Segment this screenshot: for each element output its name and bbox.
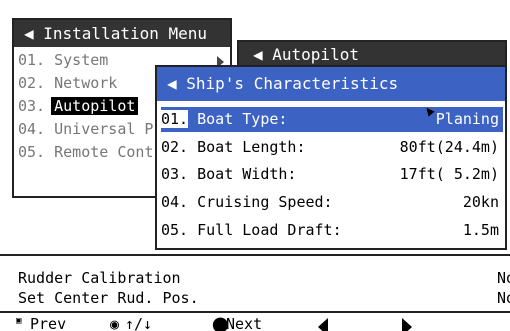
dial-icon: ◉ (110, 315, 120, 331)
row-value: 80ft(24.4m) (399, 138, 499, 156)
item-label: Network (54, 74, 118, 92)
set-center-rudder-value: No (497, 289, 510, 307)
row-cruising-speed[interactable]: 04. Cruising Speed: 20kn (161, 190, 503, 215)
installation-menu-title[interactable]: ◀ Installation Menu (14, 20, 230, 47)
navigate-label: ↑/↓ (125, 315, 153, 331)
item-label: Remote Cont (54, 143, 154, 161)
row-label: Boat Type: (197, 110, 288, 128)
row-boat-type[interactable]: 01. Boat Type: Planing (161, 105, 503, 132)
divider (0, 311, 510, 313)
row-value: 1.5m (462, 221, 499, 239)
item-number: 03. (18, 97, 46, 115)
left-arrow-icon[interactable] (318, 318, 328, 331)
row-value: 17ft( 5.2m) (399, 165, 499, 183)
row-number: 02. (161, 138, 189, 156)
item-number: 02. (18, 74, 46, 92)
item-number: 01. (18, 51, 46, 69)
row-label: Full Load Draft: (197, 221, 342, 239)
row-boat-length[interactable]: 02. Boat Length: 80ft(24.4m) (161, 135, 503, 160)
rudder-calibration-value: No (497, 269, 510, 287)
footer-bar: ▣ Prev ◉ ↑/↓ ⬤ Next (0, 314, 510, 331)
right-arrow-icon[interactable] (402, 318, 412, 331)
row-label: Cruising Speed: (197, 193, 333, 211)
row-number: 04. (161, 193, 189, 211)
menu-esc-key-icon: ▣ (16, 316, 22, 326)
row-value: Planing (435, 110, 499, 128)
item-label: System (54, 51, 109, 69)
cursor-icon (423, 105, 435, 117)
row-full-load-draft[interactable]: 05. Full Load Draft: 1.5m (161, 218, 503, 243)
ships-characteristics-title[interactable]: ◀ Ship's Characteristics (157, 67, 505, 101)
row-number: 01. (161, 110, 189, 128)
prev-label[interactable]: Prev (30, 314, 66, 331)
rudder-calibration-label: Rudder Calibration (18, 269, 181, 287)
set-center-rudder-label: Set Center Rud. Pos. (18, 289, 199, 307)
row-number: 03. (161, 165, 189, 183)
screen: ◀ Installation Menu 01. System 02. Netwo… (0, 0, 510, 331)
next-label[interactable]: Next (226, 314, 262, 331)
row-label: Boat Width: (197, 165, 297, 183)
row-number: 05. (161, 221, 189, 239)
row-value: 20kn (462, 193, 499, 211)
row-boat-width[interactable]: 03. Boat Width: 17ft( 5.2m) (161, 162, 503, 187)
item-label: Universal P (54, 120, 154, 138)
item-number: 05. (18, 143, 46, 161)
item-label: Autopilot (51, 97, 139, 115)
item-number: 04. (18, 120, 46, 138)
ships-characteristics-menu: ◀ Ship's Characteristics 01. Boat Type: … (155, 65, 507, 250)
divider (0, 254, 510, 256)
row-label: Boat Length: (197, 138, 306, 156)
